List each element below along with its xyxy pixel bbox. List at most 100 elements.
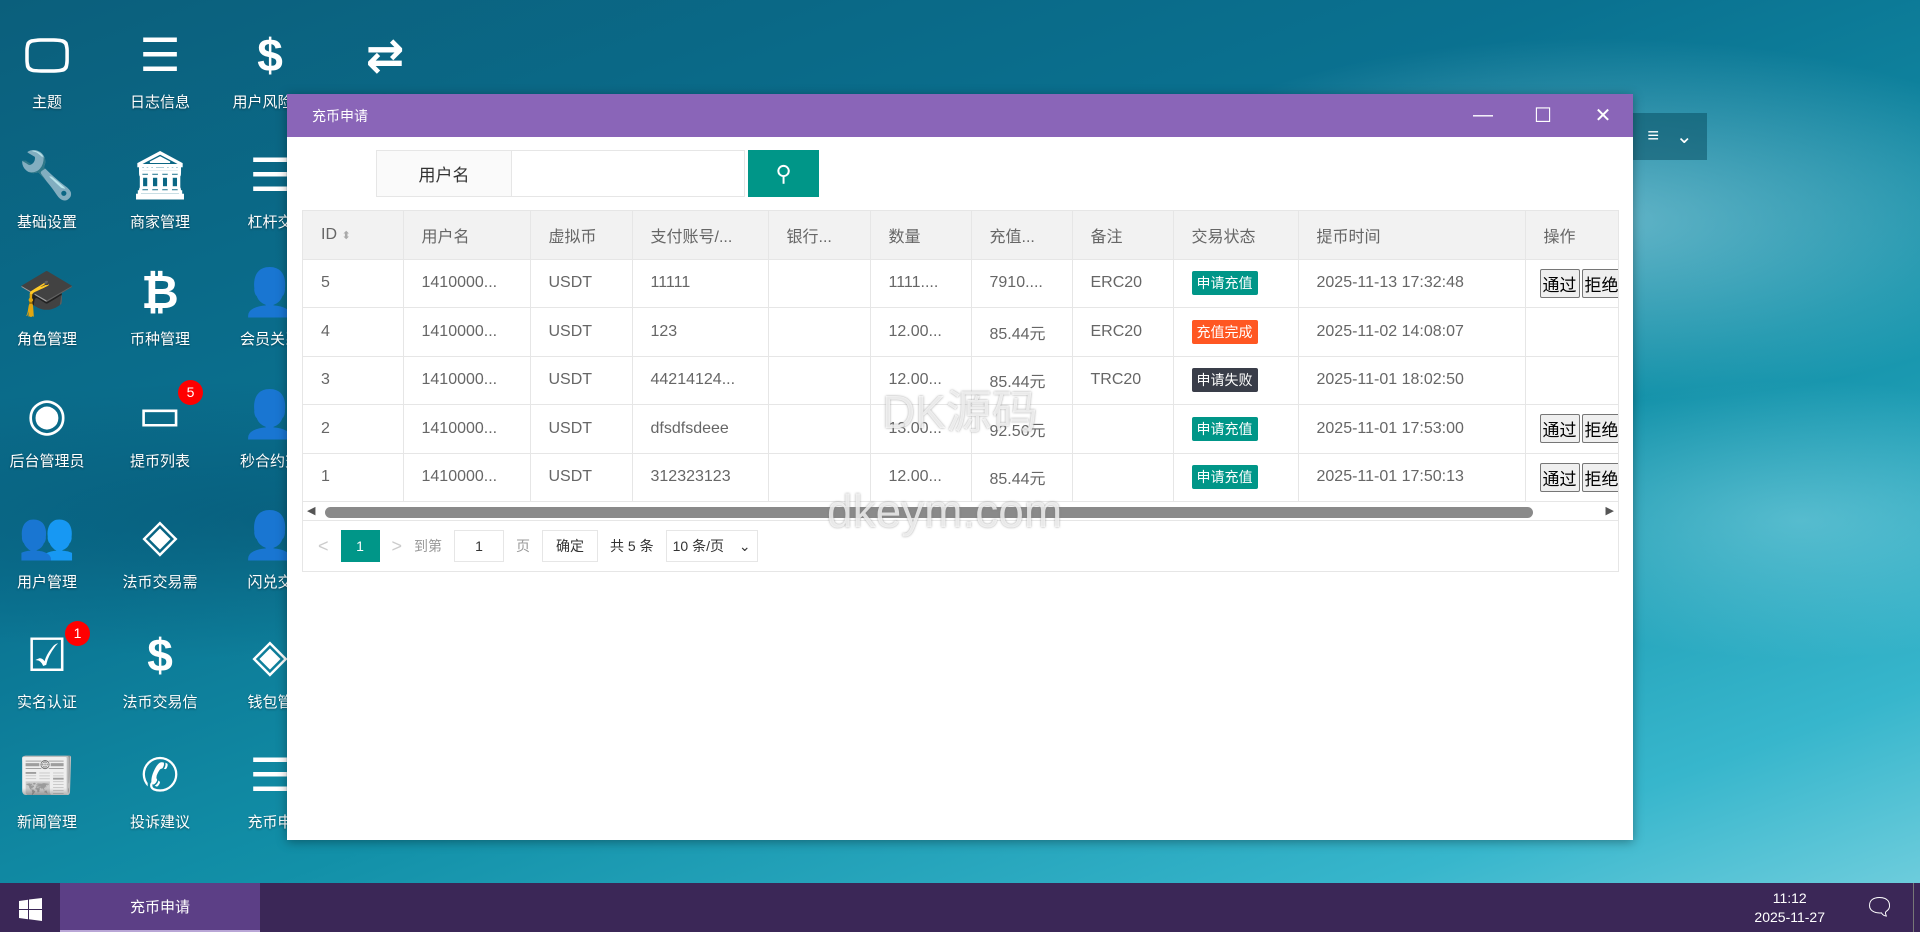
cell-bank — [768, 307, 871, 357]
desktop-icon[interactable]: ₿ 币种管理 — [105, 262, 215, 349]
column-header: 支付账号/... — [632, 211, 769, 260]
cell-actions: 通过 拒绝 — [1525, 259, 1618, 308]
per-page-select[interactable]: 10 条/页 ⌄ — [665, 530, 758, 562]
page-1-button[interactable]: 1 — [340, 530, 380, 562]
cell-user: 1410000... — [403, 356, 531, 405]
window-titlebar[interactable]: 充币申请 — ☐ ✕ — [287, 94, 1633, 137]
notification-icon[interactable]: 🗨 — [1865, 893, 1895, 922]
scroll-left-icon[interactable]: ◀ — [307, 504, 315, 517]
user-circle-icon: ◉ — [26, 388, 68, 440]
sort-icon[interactable]: ⬍ — [341, 230, 350, 242]
taskbar-tab-recharge[interactable]: 充币申请 — [60, 883, 260, 932]
cell-account: 44214124... — [632, 356, 769, 405]
desktop-icon[interactable]: ◉ 后台管理员 — [0, 384, 102, 471]
top-menu[interactable]: ≡ ⌄ — [1633, 113, 1707, 160]
desktop-icon[interactable]: ☰ 日志信息 — [105, 25, 215, 112]
cell-coin: USDT — [530, 307, 633, 357]
approve-button[interactable]: 通过 — [1539, 414, 1580, 444]
reject-button[interactable]: 拒绝 — [1581, 268, 1618, 298]
table-row: 3 1410000... USDT 44214124... 12.00... 85.44元… — [303, 356, 1618, 405]
column-label: 数量 — [888, 228, 921, 246]
column-header: 银行... — [768, 211, 871, 260]
desktop-icon[interactable]: 🔧 基础设置 — [0, 145, 102, 232]
cell-note — [1072, 453, 1174, 502]
cell-status: 申请充值 — [1173, 259, 1299, 308]
column-header: 操作 — [1525, 211, 1618, 260]
desktop-icon[interactable]: ☑ 实名认证 1 — [0, 621, 102, 712]
cell-coin: USDT — [530, 356, 633, 405]
approve-button[interactable]: 通过 — [1539, 268, 1580, 298]
desktop-icon[interactable]: ▭ 提币列表 5 — [105, 380, 215, 471]
desktop-icon[interactable]: 🖵 主题 — [0, 25, 102, 112]
cell-account: 11111 — [632, 259, 769, 308]
cell-amount: 7910.... — [971, 259, 1073, 308]
username-label: 用户名 — [376, 150, 512, 197]
goto-label: 到第 — [414, 538, 443, 554]
windows-start-icon[interactable] — [19, 898, 42, 921]
newspaper-icon: 📰 — [18, 749, 76, 801]
column-header[interactable]: ID ⬍ — [303, 211, 404, 260]
desktop-icon-label: 主题 — [31, 94, 62, 111]
bank-icon: 🏛 — [130, 149, 190, 201]
desktop-icon[interactable]: ✆ 投诉建议 — [105, 745, 215, 832]
cell-actions: 通过 拒绝 — [1525, 404, 1618, 454]
desktop-icon[interactable]: 🎓 角色管理 — [0, 262, 102, 349]
cell-actions — [1525, 356, 1618, 405]
cell-bank — [768, 259, 871, 308]
desktop-icon[interactable]: $ 法币交易信 — [105, 625, 215, 712]
desktop-icon-label: 币种管理 — [129, 331, 190, 348]
horizontal-scrollbar[interactable]: ◀ ▶ — [303, 502, 1618, 521]
scroll-right-icon[interactable]: ▶ — [1606, 504, 1614, 517]
cell-account: 123 — [632, 307, 769, 357]
next-page-icon[interactable]: > — [392, 536, 403, 557]
desktop-icon[interactable]: 🏛 商家管理 — [105, 145, 215, 232]
reject-button[interactable]: 拒绝 — [1581, 462, 1618, 492]
cell-id: 5 — [303, 259, 404, 308]
cell-coin: USDT — [530, 259, 633, 308]
cell-qty: 12.00... — [870, 453, 972, 502]
cell-user: 1410000... — [403, 404, 531, 454]
prev-page-icon[interactable]: < — [318, 536, 329, 557]
chevron-down-icon[interactable]: ⌄ — [1676, 124, 1693, 149]
cell-time: 2025-11-01 17:53:00 — [1298, 404, 1526, 454]
cell-id: 2 — [303, 404, 404, 454]
desktop-icon[interactable]: ◈ 法币交易需 — [105, 505, 215, 592]
search-icon: ⚲ — [775, 160, 792, 186]
username-input[interactable] — [512, 150, 745, 197]
clock-time: 11:12 — [1772, 890, 1807, 906]
recharge-table: ID ⬍ 用户名 虚拟币 支付账号/... 银行... 数量 充值... 备注 交易状态 提币时间… — [302, 210, 1619, 572]
column-label: 提币时间 — [1316, 228, 1381, 246]
menu-icon[interactable]: ≡ — [1647, 125, 1659, 148]
desktop-icon[interactable]: 📰 新闻管理 — [0, 745, 102, 832]
cell-id: 4 — [303, 307, 404, 357]
scrollbar-thumb[interactable] — [325, 507, 1533, 518]
column-header: 提币时间 — [1298, 211, 1526, 260]
page-input[interactable] — [454, 530, 505, 562]
close-button[interactable]: ✕ — [1573, 94, 1633, 137]
status-badge: 充值完成 — [1191, 319, 1258, 344]
maximize-button[interactable]: ☐ — [1513, 94, 1573, 137]
column-label: 备注 — [1090, 228, 1123, 246]
table-row: 4 1410000... USDT 123 12.00... 85.44元 ERC20 充值完… — [303, 307, 1618, 357]
recharge-window: 充币申请 — ☐ ✕ 用户名 ⚲ ID ⬍ 用户名 虚拟币 支付账号/... 银行...… — [287, 94, 1633, 840]
desktop-icon-label: 基础设置 — [16, 214, 77, 231]
confirm-button[interactable]: 确定 — [542, 530, 599, 562]
list-icon: ☰ — [139, 29, 181, 81]
column-label: 交易状态 — [1191, 228, 1256, 246]
cell-amount: 85.44元 — [971, 453, 1073, 502]
cell-actions — [1525, 307, 1618, 357]
minimize-button[interactable]: — — [1453, 94, 1513, 137]
reject-button[interactable]: 拒绝 — [1581, 414, 1618, 444]
status-badge: 申请充值 — [1191, 416, 1258, 441]
approve-button[interactable]: 通过 — [1539, 462, 1580, 492]
dollar-icon: $ — [147, 629, 173, 681]
monitor-icon: 🖵 — [24, 29, 70, 81]
show-desktop-divider[interactable] — [1913, 883, 1914, 932]
notification-badge: 1 — [65, 621, 90, 646]
desktop-icon-label: 提币列表 — [129, 453, 190, 470]
column-label: 用户名 — [421, 228, 470, 246]
column-header: 充值... — [971, 211, 1073, 260]
desktop-icon[interactable]: 👥 用户管理 — [0, 505, 102, 592]
search-button[interactable]: ⚲ — [748, 150, 819, 197]
status-badge: 申请失败 — [1191, 368, 1258, 393]
